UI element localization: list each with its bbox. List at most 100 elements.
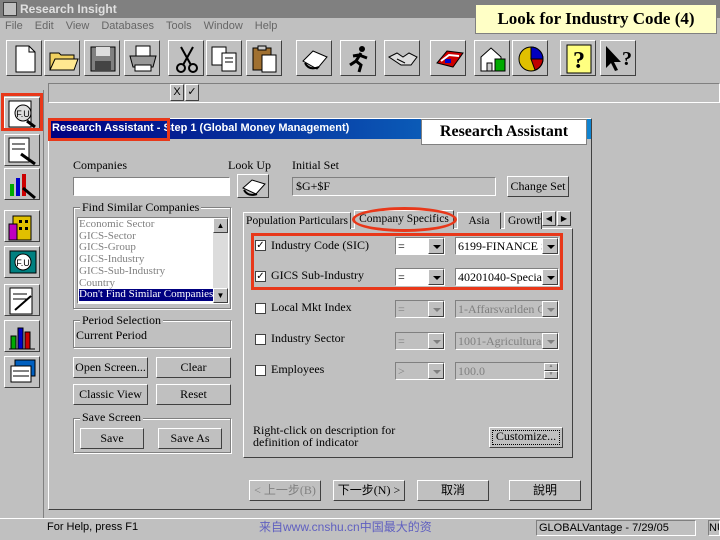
confirm-formula-button[interactable]: ✓ [185, 84, 199, 101]
print-button[interactable] [124, 40, 160, 76]
help-button[interactable]: ? [560, 40, 596, 76]
svg-text:F.U: F.U [16, 258, 30, 268]
employees-label: Employees [271, 362, 325, 376]
data-screen-button[interactable] [4, 356, 40, 388]
employees-value[interactable]: 100.0 ▲ ▼ [455, 362, 559, 380]
list-item[interactable]: Economic Sector [79, 218, 213, 231]
copy-button[interactable] [206, 40, 242, 76]
research-assistant-highlight [1, 93, 43, 131]
sheet-pen-icon [9, 287, 33, 315]
menu-view[interactable]: View [66, 20, 90, 32]
scroll-down-arrow[interactable]: ▼ [213, 288, 228, 303]
menu-help[interactable]: Help [255, 20, 278, 32]
employees-checkbox[interactable] [255, 365, 266, 376]
chart-lookup-button[interactable] [4, 168, 40, 200]
industry-sector-label: Industry Sector [271, 331, 345, 345]
reset-button[interactable]: Reset [156, 384, 231, 405]
local-mkt-index-operator[interactable]: = [395, 300, 445, 318]
open-screen-button[interactable]: Open Screen... [73, 357, 148, 378]
tab-asia[interactable]: Asia [457, 212, 501, 229]
tab-scroll-right-icon[interactable]: ▶ [557, 211, 571, 226]
globe-screen-icon: F.U [9, 250, 37, 274]
report-button[interactable] [430, 40, 466, 76]
svg-text:?: ? [573, 48, 585, 74]
save-as-button[interactable]: Save As [158, 428, 222, 449]
handshake-button[interactable] [384, 40, 420, 76]
save-disk-button[interactable] [84, 40, 120, 76]
cancel-formula-button[interactable]: X [170, 84, 184, 101]
pie-chart-button[interactable] [512, 40, 548, 76]
local-mkt-index-checkbox[interactable] [255, 303, 266, 314]
chevron-down-icon[interactable] [428, 333, 444, 349]
bar-chart-button[interactable] [4, 320, 40, 352]
chevron-down-icon[interactable] [428, 363, 444, 379]
find-similar-list: Economic Sector GICS-Sector GICS-Group G… [79, 218, 213, 301]
house-chart-button[interactable] [474, 40, 510, 76]
context-help-button[interactable]: ? [600, 40, 636, 76]
running-man-icon [349, 46, 368, 73]
chevron-down-icon[interactable] [428, 301, 444, 317]
building-icon [8, 215, 32, 241]
formula-bar [48, 83, 720, 103]
tab-population-particulars[interactable]: Population Particulars [243, 212, 351, 229]
chevron-down-icon[interactable] [542, 301, 558, 317]
find-similar-listbox[interactable]: Economic Sector GICS-Sector GICS-Group G… [77, 217, 229, 304]
status-help-text: For Help, press F1 [47, 521, 139, 533]
paste-button[interactable] [246, 40, 282, 76]
sheet-lookup-button[interactable] [4, 134, 40, 166]
hand-with-paper-icon [302, 50, 328, 70]
company-specifics-tab-highlight [352, 207, 457, 232]
menu-file[interactable]: File [5, 20, 23, 32]
local-mkt-index-value[interactable]: 1-Affarsvarlden Ge [455, 300, 559, 318]
menu-databases[interactable]: Databases [101, 20, 154, 32]
next-button[interactable]: 下一步(N) > [333, 480, 405, 501]
arrow-question-icon: ? [606, 46, 632, 71]
chevron-down-icon[interactable] [542, 333, 558, 349]
menu-edit[interactable]: Edit [35, 20, 54, 32]
employees-operator[interactable]: > [395, 362, 445, 380]
copy-icon [211, 46, 237, 72]
menu-tools[interactable]: Tools [166, 20, 192, 32]
spin-down-icon[interactable]: ▼ [544, 371, 558, 379]
companies-input[interactable] [73, 177, 230, 196]
run-button[interactable] [340, 40, 376, 76]
customize-button[interactable]: Customize... [489, 427, 563, 448]
cancel-button[interactable]: 取消 [417, 480, 489, 501]
save-button[interactable]: Save [80, 428, 144, 449]
industry-sector-operator[interactable]: = [395, 332, 445, 350]
sheet-edit-button[interactable] [4, 284, 40, 316]
svg-text:?: ? [622, 48, 632, 70]
industry-sector-checkbox[interactable] [255, 334, 266, 345]
new-file-button[interactable] [6, 40, 42, 76]
back-button[interactable]: < 上一步(B) [249, 480, 321, 501]
status-num: NU [708, 520, 720, 536]
app-icon [3, 2, 17, 16]
bar-chart-hand-icon [10, 174, 36, 200]
globe-screen-button[interactable]: F.U [4, 246, 40, 278]
lookup-button[interactable] [237, 174, 269, 198]
find-similar-title: Find Similar Companies [80, 200, 202, 215]
spin-up-icon[interactable]: ▲ [544, 363, 558, 371]
sheet-hand-icon [8, 137, 36, 166]
research-assistant-callout: Research Assistant [421, 119, 587, 145]
building-button[interactable] [4, 210, 40, 242]
tab-growth[interactable]: Growth [504, 212, 542, 229]
question-mark-icon: ? [566, 44, 592, 74]
scroll-up-arrow[interactable]: ▲ [213, 218, 228, 233]
change-set-button[interactable]: Change Set [507, 176, 569, 197]
help-dialog-button[interactable]: 說明 [509, 480, 581, 501]
initial-set-label: Initial Set [292, 158, 339, 172]
stacked-screens-icon [10, 359, 36, 383]
lookup-label: Look Up [228, 158, 271, 172]
list-item-selected[interactable]: Don't Find Similar Companies [79, 289, 213, 301]
open-folder-button[interactable] [44, 40, 80, 76]
list-item[interactable]: GICS-Sub-Industry [79, 265, 213, 278]
menu-window[interactable]: Window [204, 20, 243, 32]
list-scrollbar[interactable]: ▲ ▼ [213, 218, 228, 303]
lookup-hand-button[interactable] [296, 40, 332, 76]
cut-button[interactable] [168, 40, 204, 76]
classic-view-button[interactable]: Classic View [73, 384, 148, 405]
industry-sector-value[interactable]: 1001-Agricultural P [455, 332, 559, 350]
tab-scroll-left-icon[interactable]: ◀ [542, 211, 556, 226]
clear-button[interactable]: Clear [156, 357, 231, 378]
